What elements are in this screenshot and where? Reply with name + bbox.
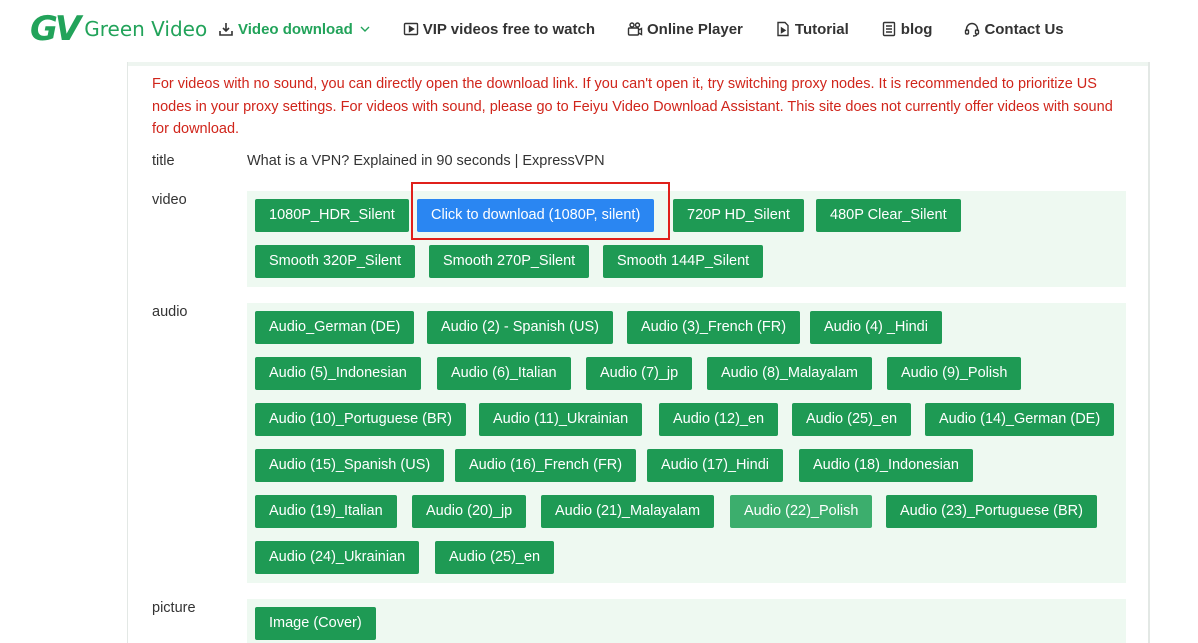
download-icon [219,23,233,36]
audio-download-button-hovered[interactable]: Audio (22)_Polish [730,495,873,528]
audio-download-button[interactable]: Audio_German (DE) [255,311,415,344]
nav-contact-us[interactable]: Contact Us [964,18,1064,40]
logo-text: Green Video [84,17,208,41]
audio-download-button[interactable]: Audio (5)_Indonesian [255,357,421,390]
chevron-down-icon [360,26,370,32]
audio-download-button[interactable]: Audio (24)_Ukrainian [255,541,420,574]
nav-video-download[interactable]: Video download [218,18,371,40]
logo-mark: GV [30,9,81,49]
audio-download-button[interactable]: Audio (25)_en [792,403,912,436]
audio-download-button[interactable]: Audio (2) - Spanish (US) [427,311,613,344]
audio-download-button[interactable]: Audio (7)_jp [586,357,693,390]
audio-download-button[interactable]: Audio (18)_Indonesian [799,449,973,482]
audio-download-button[interactable]: Audio (12)_en [659,403,779,436]
nav-label: Tutorial [794,20,849,38]
audio-download-button[interactable]: Audio (21)_Malayalam [541,495,715,528]
highlight-box [411,182,670,240]
nav-vip-videos[interactable]: VIP videos free to watch [403,18,595,40]
audio-download-button[interactable]: Audio (14)_German (DE) [925,403,1115,436]
video-title: What is a VPN? Explained in 90 seconds |… [247,153,605,169]
notice-text: For videos with no sound, you can direct… [152,76,1113,137]
video-download-button[interactable]: 480P Clear_Silent [816,199,961,232]
document-icon [882,21,895,37]
audio-download-button[interactable]: Audio (4) _Hindi [810,311,942,344]
audio-download-button[interactable]: Audio (3)_French (FR) [627,311,801,344]
picture-panel [247,599,1126,643]
nav-label: VIP videos free to watch [422,20,596,38]
nav-tutorial[interactable]: Tutorial [775,18,849,40]
content-frame-right [1148,62,1150,643]
nav-online-player[interactable]: Online Player [627,18,743,40]
audio-download-button[interactable]: Audio (23)_Portuguese (BR) [886,495,1097,528]
audio-download-button[interactable]: Audio (16)_French (FR) [455,449,637,482]
audio-download-button[interactable]: Audio (10)_Portuguese (BR) [255,403,466,436]
audio-download-button[interactable]: Audio (17)_Hindi [647,449,784,482]
main-nav: Video download VIP videos free to watch … [218,18,1096,40]
audio-download-button[interactable]: Audio (9)_Polish [887,357,1022,390]
audio-download-button[interactable]: Audio (6)_Italian [437,357,571,390]
play-icon [403,22,418,36]
image-cover-button[interactable]: Image (Cover) [255,607,376,640]
video-download-button[interactable]: 720P HD_Silent [673,199,804,232]
audio-download-button[interactable]: Audio (20)_jp [412,495,527,528]
audio-download-button[interactable]: Audio (25)_en [435,541,555,574]
audio-download-button[interactable]: Audio (8)_Malayalam [707,357,873,390]
nav-label: Online Player [647,20,743,38]
nav-label: Video download [238,20,353,38]
content-frame-left [127,62,128,643]
site-header: GV Green Video Video download VIP videos… [0,0,1198,60]
site-logo[interactable]: GV Green Video [30,10,207,48]
video-label: video [152,192,187,208]
nav-blog[interactable]: blog [881,18,933,40]
content-frame-top [128,62,1150,66]
video-download-button[interactable]: Smooth 144P_Silent [603,245,764,278]
audio-download-button[interactable]: Audio (15)_Spanish (US) [255,449,445,482]
audio-download-button[interactable]: Audio (19)_Italian [255,495,397,528]
picture-label: picture [152,600,196,616]
video-download-button[interactable]: 1080P_HDR_Silent [255,199,409,232]
nav-label: blog [900,20,933,38]
video-download-button[interactable]: Smooth 270P_Silent [429,245,590,278]
title-label: title [152,153,175,169]
audio-download-button[interactable]: Audio (11)_Ukrainian [479,403,643,436]
document-play-icon [777,21,789,37]
camera-icon [627,22,643,36]
video-download-button[interactable]: Smooth 320P_Silent [255,245,416,278]
nav-label: Contact Us [984,20,1064,38]
headset-icon [965,22,980,37]
audio-label: audio [152,304,188,320]
